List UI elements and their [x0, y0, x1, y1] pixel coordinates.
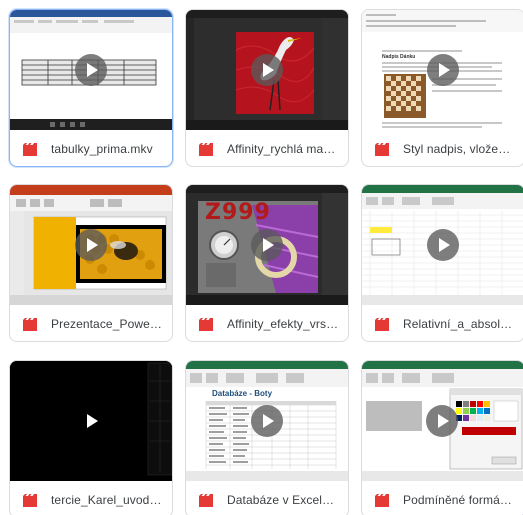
file-title: Styl nadpis, vložení ...: [403, 142, 515, 156]
file-title: Prezentace_Powerp...: [51, 317, 163, 331]
play-icon[interactable]: [251, 229, 283, 261]
file-card-affinity-mask[interactable]: Affinity_rychlá mask...: [185, 9, 349, 167]
file-title: Relativní_a_absolut...: [403, 317, 515, 331]
thumb-big-text: Z999: [205, 200, 271, 225]
play-icon[interactable]: [427, 229, 459, 261]
video-file-icon: [199, 317, 213, 331]
video-file-icon: [199, 493, 213, 507]
file-title: Podmíněné formáto...: [403, 493, 515, 507]
play-icon[interactable]: [251, 54, 283, 86]
file-title: Databáze v Excelu....: [227, 493, 339, 507]
file-card-styl-nadpis[interactable]: Nadpis Dánku Styl nadpis, vložení ...: [361, 9, 523, 167]
doc-heading: Nadpis Dánku: [382, 54, 416, 60]
video-thumbnail: [10, 185, 172, 305]
file-card-relativni[interactable]: Relativní_a_absolut...: [361, 184, 523, 342]
video-thumbnail: Nadpis Dánku: [362, 10, 523, 130]
file-card-databaze[interactable]: Databáze - Boty Databáze v Excelu....: [185, 360, 349, 515]
file-card-affinity-efekty[interactable]: Z999 Affinity_efekty_vrstv...: [185, 184, 349, 342]
video-file-icon: [23, 493, 37, 507]
file-card-prezentace[interactable]: Prezentace_Powerp...: [9, 184, 173, 342]
file-title: Affinity_efekty_vrstv...: [227, 317, 339, 331]
video-thumbnail: Databáze - Boty: [186, 361, 348, 481]
sheet-heading: Databáze - Boty: [212, 389, 273, 398]
video-thumbnail: [186, 10, 348, 130]
video-file-icon: [23, 142, 37, 156]
file-title: tercie_Karel_uvod.m...: [51, 493, 163, 507]
video-thumbnail: Z999: [186, 185, 348, 305]
video-file-icon: [375, 493, 389, 507]
video-thumbnail: [10, 361, 172, 481]
file-card-tabulky[interactable]: tabulky_prima.mkv: [9, 9, 173, 167]
video-file-icon: [375, 142, 389, 156]
video-thumbnail: [362, 185, 523, 305]
video-file-icon: [375, 317, 389, 331]
play-icon[interactable]: [427, 54, 459, 86]
video-file-icon: [199, 142, 213, 156]
video-file-icon: [23, 317, 37, 331]
play-icon[interactable]: [75, 54, 107, 86]
play-icon[interactable]: [75, 229, 107, 261]
play-icon[interactable]: [75, 405, 107, 437]
play-icon[interactable]: [251, 405, 283, 437]
video-thumbnail: [362, 361, 523, 481]
video-thumbnail: [10, 10, 172, 130]
file-card-tercie[interactable]: tercie_Karel_uvod.m...: [9, 360, 173, 515]
file-title: Affinity_rychlá mask...: [227, 142, 339, 156]
file-card-podminene[interactable]: Podmíněné formáto...: [361, 360, 523, 515]
file-title: tabulky_prima.mkv: [51, 142, 153, 156]
play-icon[interactable]: [426, 405, 458, 437]
